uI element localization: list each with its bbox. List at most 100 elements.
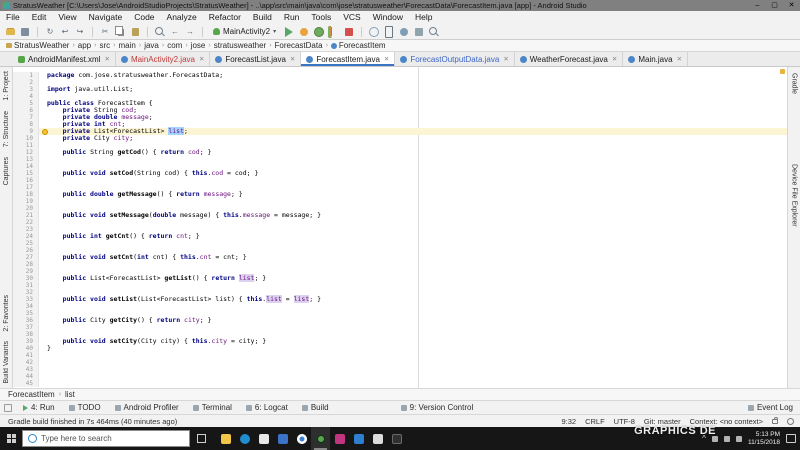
code-line[interactable]: 12 public String getCod() { return cod; … (13, 149, 787, 156)
breadcrumb-item-com[interactable]: com › (167, 41, 190, 50)
code-line[interactable]: 45 (13, 380, 787, 387)
line-number[interactable]: 26 (13, 247, 39, 254)
breadcrumb-item-stratusweather[interactable]: StratusWeather › (6, 41, 78, 50)
line-number[interactable]: 36 (13, 317, 39, 324)
code-line[interactable]: 7 private double message; (13, 114, 787, 121)
code-line[interactable]: 34 (13, 303, 787, 310)
line-number[interactable]: 43 (13, 366, 39, 373)
tab-close-icon[interactable]: ✕ (199, 55, 204, 63)
code-line[interactable]: 40} (13, 345, 787, 352)
line-number[interactable]: 37 (13, 324, 39, 331)
line-number[interactable]: 29 (13, 268, 39, 275)
tab-forecastoutputdata-java[interactable]: ForecastOutputData.java ✕ (395, 52, 515, 66)
line-number[interactable]: 30 (13, 275, 39, 282)
line-number[interactable]: 39 (13, 338, 39, 345)
menu-item-build[interactable]: Build (247, 11, 278, 24)
status-item-crlf[interactable]: CRLF (585, 417, 605, 426)
tab-weatherforecast-java[interactable]: WeatherForecast.java ✕ (515, 52, 624, 66)
line-number[interactable]: 32 (13, 289, 39, 296)
tool-window-event-log[interactable]: Event Log (741, 403, 800, 412)
menu-item-analyze[interactable]: Analyze (161, 11, 203, 24)
line-number[interactable]: 18 (13, 191, 39, 198)
attach-debugger-icon[interactable] (368, 26, 380, 38)
tool-strip-gradle[interactable]: Gradle (791, 73, 798, 94)
menu-item-window[interactable]: Window (367, 11, 409, 24)
line-number[interactable]: 7 (13, 114, 39, 121)
code-line[interactable]: 19 (13, 198, 787, 205)
tab-close-icon[interactable]: ✕ (104, 55, 109, 63)
run-configuration-select[interactable]: MainActivity2 ▾ (209, 27, 280, 36)
language-icon[interactable] (735, 435, 742, 442)
line-number[interactable]: 10 (13, 135, 39, 142)
code-line[interactable]: 42 (13, 359, 787, 366)
taskbar-app-chrome[interactable] (292, 427, 311, 450)
undo-icon[interactable]: ↩ (59, 26, 71, 38)
taskbar-app-edge[interactable] (235, 427, 254, 450)
taskbar-app-intellij[interactable] (330, 427, 349, 450)
code-line[interactable]: 36 public City getCity() { return city; … (13, 317, 787, 324)
line-number[interactable]: 8 (13, 121, 39, 128)
code-line[interactable]: 18 public double getMessage() { return m… (13, 191, 787, 198)
bottom-breadcrumb-list[interactable]: list (65, 390, 75, 399)
code-line[interactable]: 44 (13, 373, 787, 380)
code-line[interactable]: 31 (13, 282, 787, 289)
start-button[interactable] (0, 427, 22, 450)
tool-strip-device-file-explorer[interactable]: Device File Explorer (791, 164, 798, 227)
line-number[interactable]: 35 (13, 310, 39, 317)
tab-forecastitem-java[interactable]: ForecastItem.java ✕ (301, 52, 396, 66)
breadcrumb-item-src[interactable]: src › (99, 41, 118, 50)
taskbar-app-file-explorer[interactable] (216, 427, 235, 450)
task-view-button[interactable] (190, 427, 212, 450)
inspection-indicator-icon[interactable] (780, 69, 785, 74)
breadcrumb-item-main[interactable]: main › (119, 41, 145, 50)
tool-window-run[interactable]: 4: Run (16, 403, 62, 412)
tool-strip-2-favorites[interactable]: 2: Favorites (3, 295, 10, 332)
line-number[interactable]: 4 (13, 93, 39, 100)
line-number[interactable]: 42 (13, 359, 39, 366)
tab-main-java[interactable]: Main.java ✕ (623, 52, 689, 66)
code-line[interactable]: 43 (13, 366, 787, 373)
status-item-9-32[interactable]: 9:32 (561, 417, 576, 426)
line-number[interactable]: 1 (13, 72, 39, 79)
line-number[interactable]: 25 (13, 240, 39, 247)
menu-item-view[interactable]: View (52, 11, 82, 24)
breadcrumb-item-app[interactable]: app › (78, 41, 100, 50)
code-line[interactable]: 27 public void setCnt(int cnt) { this.cn… (13, 254, 787, 261)
tool-strip-build-variants[interactable]: Build Variants (3, 341, 10, 384)
memory-indicator-icon[interactable] (787, 417, 794, 425)
bottom-breadcrumb-forecastitem[interactable]: ForecastItem (8, 390, 55, 399)
tool-window-version-control[interactable]: 9: Version Control (394, 403, 481, 412)
line-number[interactable]: 38 (13, 331, 39, 338)
tool-strip-7-structure[interactable]: 7: Structure (3, 111, 10, 147)
line-number[interactable]: 14 (13, 163, 39, 170)
tool-window-logcat[interactable]: 6: Logcat (239, 403, 295, 412)
tool-strip-1-project[interactable]: 1: Project (3, 71, 10, 101)
sdk-manager-icon[interactable] (413, 26, 425, 38)
code-line[interactable]: 41 (13, 352, 787, 359)
line-number[interactable]: 34 (13, 303, 39, 310)
code-line[interactable]: 15 public void setCod(String cod) { this… (13, 170, 787, 177)
taskbar-app-photos[interactable] (273, 427, 292, 450)
tab-close-icon[interactable]: ✕ (612, 55, 617, 63)
breadcrumb-item-stratusweather[interactable]: stratusweather › (214, 41, 275, 50)
stop-icon[interactable] (343, 26, 355, 38)
line-number[interactable]: 22 (13, 219, 39, 226)
menu-item-refactor[interactable]: Refactor (203, 11, 247, 24)
tab-mainactivity2-java[interactable]: MainActivity2.java ✕ (116, 52, 211, 66)
status-item-utf-8[interactable]: UTF-8 (614, 417, 635, 426)
menu-item-vcs[interactable]: VCS (337, 11, 366, 24)
taskbar-app-terminal[interactable] (387, 427, 406, 450)
taskbar-app-store[interactable] (254, 427, 273, 450)
save-all-icon[interactable] (19, 26, 31, 38)
close-button[interactable]: ✕ (783, 0, 800, 11)
code-area[interactable]: 1 package com.jose.stratusweather.Forecas… (13, 67, 787, 388)
action-center-icon[interactable] (786, 434, 796, 443)
line-number[interactable]: 2 (13, 79, 39, 86)
code-line[interactable]: 39 public void setCity(City city) { this… (13, 338, 787, 345)
line-number[interactable]: 44 (13, 373, 39, 380)
copy-icon[interactable] (114, 26, 126, 38)
line-number[interactable]: 17 (13, 184, 39, 191)
line-number[interactable]: 12 (13, 149, 39, 156)
line-number[interactable]: 45 (13, 380, 39, 387)
menu-item-help[interactable]: Help (409, 11, 438, 24)
